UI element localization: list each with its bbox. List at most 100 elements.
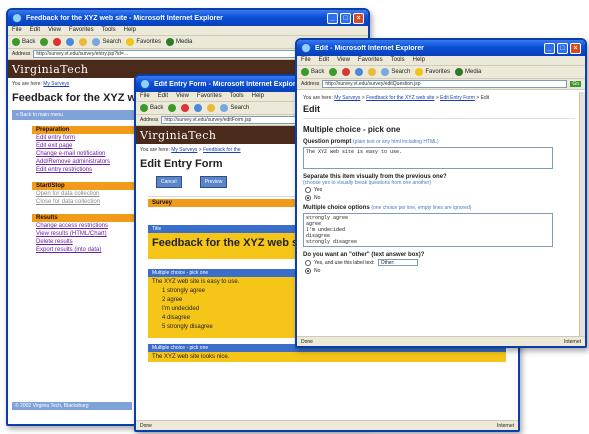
forward-arrow-icon[interactable] [329, 68, 338, 76]
media-button[interactable]: Media [455, 68, 481, 76]
breadcrumb-my-surveys[interactable]: My Surveys [43, 81, 69, 87]
menu-help[interactable]: Help [413, 57, 425, 64]
question-type-heading: Multiple choice - pick one [303, 125, 401, 134]
address-label: Address [301, 81, 320, 87]
menu-help[interactable]: Help [252, 93, 264, 100]
maximize-button[interactable]: □ [340, 12, 351, 24]
other-label-input[interactable]: Other: [377, 259, 418, 266]
home-icon[interactable] [79, 38, 88, 46]
menu-file[interactable]: File [301, 57, 311, 64]
menu-tools[interactable]: Tools [391, 57, 405, 64]
other-no-option[interactable]: No [299, 267, 579, 275]
toolbar: Back Search Favorites Media [297, 66, 585, 79]
breadcrumb-feedback[interactable]: Feedback for the [203, 147, 241, 153]
close-button[interactable]: × [570, 42, 581, 54]
other-yes-radio[interactable] [305, 259, 311, 266]
status-bar: Done Internet [297, 336, 585, 346]
media-button[interactable]: Media [166, 38, 192, 46]
stop-icon[interactable] [181, 104, 190, 112]
virginia-tech-logo: VirginiaTech [12, 62, 89, 76]
prompt-label: Question prompt (plain text or any html … [303, 139, 439, 145]
back-button[interactable]: Back [301, 68, 324, 76]
forward-arrow-icon[interactable] [40, 38, 49, 46]
minimize-button[interactable]: _ [327, 12, 338, 24]
internet-zone: Internet [564, 338, 581, 345]
refresh-icon[interactable] [66, 38, 75, 46]
separate-no-option[interactable]: No [299, 194, 579, 202]
question-prompt-textarea[interactable]: The XYZ web site is easy to use. [303, 147, 553, 169]
menu-view[interactable]: View [176, 93, 189, 100]
other-no-radio[interactable] [305, 268, 311, 274]
home-icon[interactable] [368, 68, 377, 76]
title-bar[interactable]: Edit - Microsoft Internet Explorer _ □ × [297, 40, 585, 56]
refresh-icon[interactable] [194, 104, 203, 112]
choice-label: Multiple choice options (one choice per … [303, 205, 472, 211]
menu-favorites[interactable]: Favorites [69, 27, 94, 34]
page-content: You are here: My Surveys > Feedback for … [299, 92, 579, 334]
favorites-button[interactable]: Favorites [415, 68, 450, 76]
media-icon [166, 38, 175, 46]
breadcrumb-my-surveys[interactable]: My Surveys [334, 95, 360, 101]
search-icon [92, 38, 101, 46]
browser-window-edit-question[interactable]: Edit - Microsoft Internet Explorer _ □ ×… [295, 38, 587, 348]
menu-favorites[interactable]: Favorites [197, 93, 222, 100]
search-button[interactable]: Search [381, 68, 410, 76]
breadcrumb-edit-entry-form[interactable]: Edit Entry Form [440, 95, 475, 101]
menu-view[interactable]: View [337, 57, 350, 64]
menu-file[interactable]: File [140, 93, 150, 100]
choice-options-textarea[interactable]: strongly agree agree I'm undecided disag… [303, 213, 553, 247]
menu-file[interactable]: File [12, 27, 22, 34]
menu-view[interactable]: View [48, 27, 61, 34]
window-title: Feedback for the XYZ web site - Microsof… [26, 14, 223, 22]
menu-edit[interactable]: Edit [30, 27, 40, 34]
maximize-button[interactable]: □ [557, 42, 568, 54]
menu-edit[interactable]: Edit [319, 57, 329, 64]
stop-icon[interactable] [53, 38, 62, 46]
internet-explorer-icon [301, 43, 311, 53]
preview-button[interactable]: Preview [199, 176, 228, 188]
menu-favorites[interactable]: Favorites [358, 57, 383, 64]
refresh-icon[interactable] [355, 68, 364, 76]
cancel-button[interactable]: Cancel [156, 176, 182, 188]
back-button[interactable]: Back [140, 104, 163, 112]
page-title: Edit [303, 104, 320, 114]
back-arrow-icon [140, 104, 148, 112]
search-button[interactable]: Search [220, 104, 249, 112]
vertical-scrollbar[interactable] [579, 92, 585, 336]
back-arrow-icon [12, 38, 20, 46]
menu-help[interactable]: Help [124, 27, 136, 34]
favorites-star-icon [126, 38, 135, 46]
breadcrumb-current: Edit [480, 95, 490, 101]
title-bar[interactable]: Feedback for the XYZ web site - Microsof… [8, 10, 368, 26]
internet-zone: Internet [497, 422, 514, 429]
status-text: Done [140, 422, 152, 429]
close-button[interactable]: × [353, 12, 364, 24]
separate-hint: (choose yes to visually break questions … [303, 180, 432, 186]
separate-no-radio[interactable] [305, 195, 311, 201]
address-input[interactable]: http://survey.vt.edu/survey/editQuestion… [322, 80, 568, 88]
search-button[interactable]: Search [92, 38, 121, 46]
stop-icon[interactable] [342, 68, 351, 76]
other-label: Do you want an "other" (text answer box)… [303, 252, 425, 258]
other-yes-option[interactable]: Yes, and use this label text: Other: [299, 258, 579, 267]
favorites-star-icon [415, 68, 424, 76]
status-text: Done [301, 338, 313, 345]
menu-tools[interactable]: Tools [230, 93, 244, 100]
minimize-button[interactable]: _ [544, 42, 555, 54]
window-title: Edit - Microsoft Internet Explorer [315, 44, 424, 52]
favorites-button[interactable]: Favorites [126, 38, 161, 46]
home-icon[interactable] [207, 104, 216, 112]
choice-option-5: strongly disagree [306, 239, 358, 245]
menu-edit[interactable]: Edit [158, 93, 168, 100]
address-label: Address [140, 117, 159, 123]
back-button[interactable]: Back [12, 38, 35, 46]
menu-tools[interactable]: Tools [102, 27, 116, 34]
forward-arrow-icon[interactable] [168, 104, 177, 112]
breadcrumb-feedback[interactable]: Feedback for the XYZ web site [366, 95, 434, 101]
go-button[interactable]: Go [570, 81, 581, 87]
separate-yes-radio[interactable] [305, 187, 311, 193]
separate-yes-option[interactable]: Yes [299, 186, 579, 194]
breadcrumb: You are here: My Surveys > Feedback for … [303, 95, 490, 101]
search-icon [220, 104, 229, 112]
breadcrumb-my-surveys[interactable]: My Surveys [171, 147, 197, 153]
